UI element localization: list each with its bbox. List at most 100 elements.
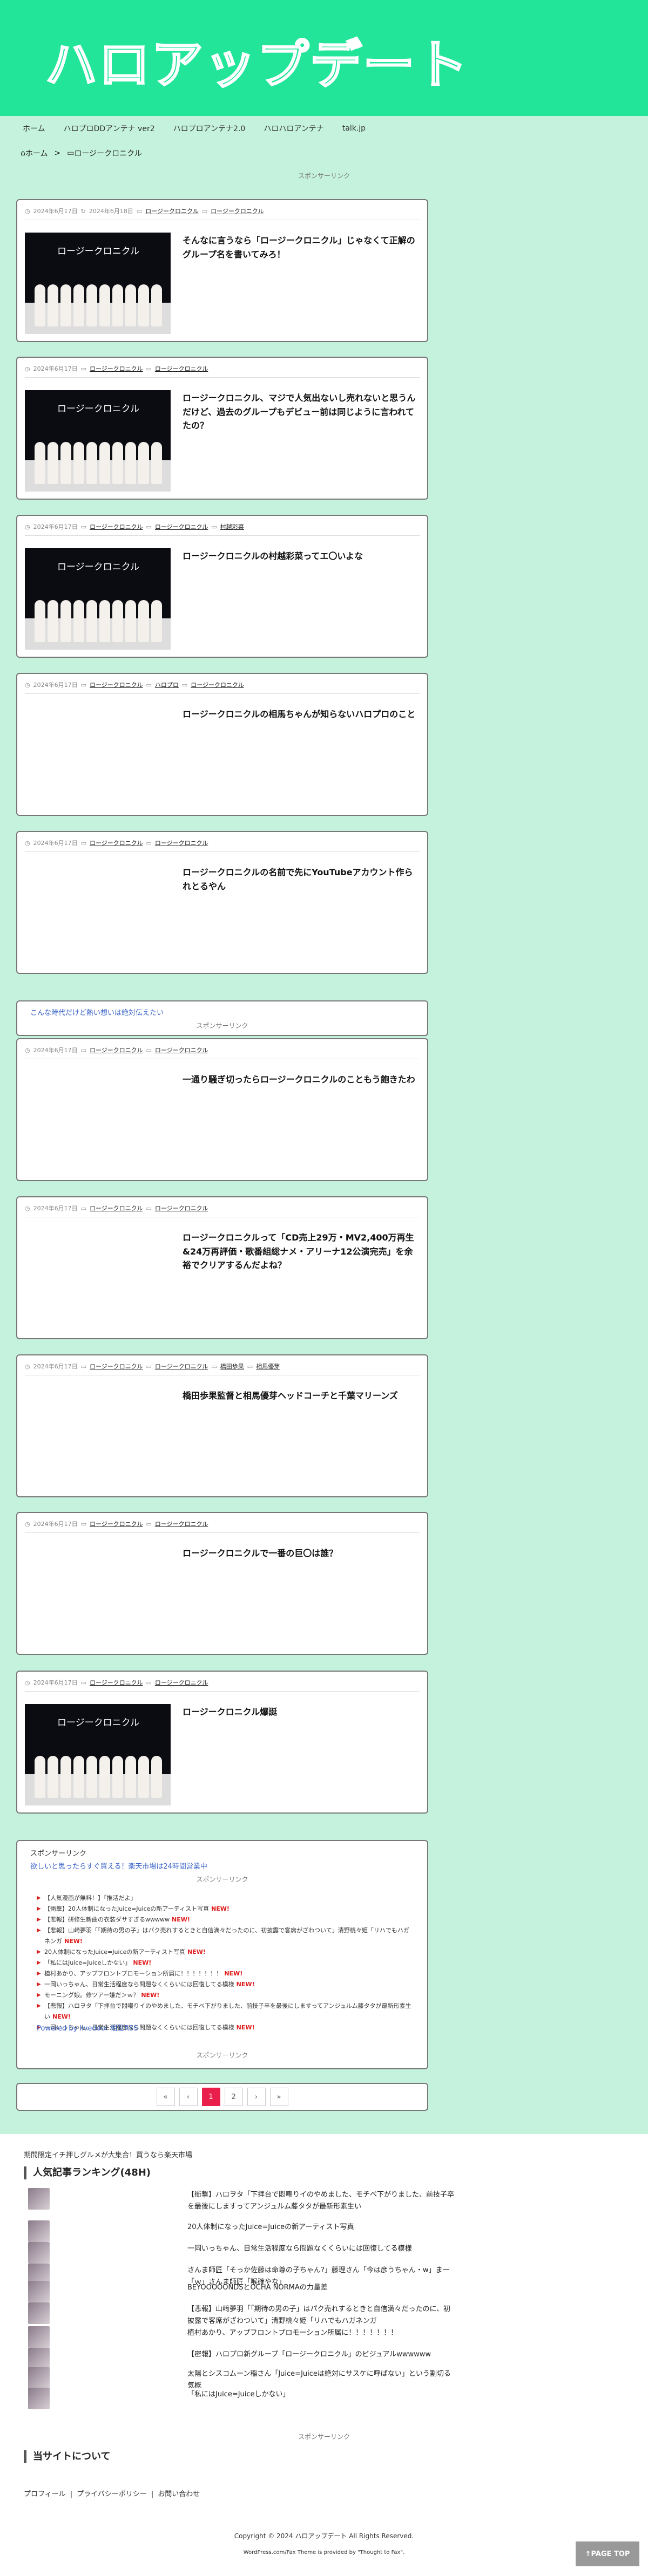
post-title[interactable]: ロージークロニクル、マジで人気出ないし売れないと思うんだけど、過去のグループもデ… xyxy=(183,391,418,433)
folder-icon: ▭ xyxy=(80,1362,87,1370)
thumb-member xyxy=(48,600,58,642)
nav-item-antenna2[interactable]: ハロプロアンテナ2.0 xyxy=(173,123,246,134)
rank-thumbnail[interactable] xyxy=(28,2326,50,2348)
rank-thumbnail[interactable] xyxy=(28,2242,50,2264)
post-thumbnail[interactable]: ロージークロニクル xyxy=(25,548,171,650)
rank-title[interactable]: 【密報】ハロプロ新グループ「ロージークロニクル」のビジュアルwwwwww xyxy=(187,2349,457,2361)
breadcrumb-home[interactable]: ホーム xyxy=(25,148,48,159)
post-category-link[interactable]: ロージークロニクル xyxy=(90,680,143,689)
nav-item-talk[interactable]: talk.jp xyxy=(342,124,366,133)
page-prev-button[interactable]: ‹ xyxy=(179,2088,198,2106)
post-category-link[interactable]: 村越彩菜 xyxy=(220,522,244,531)
post-category-link[interactable]: ロージークロニクル xyxy=(90,522,143,531)
mid-ad-link[interactable]: こんな時代だけど熱い想いは絶対伝えたい xyxy=(30,1007,164,1017)
post-card[interactable]: ◷ 2024年6月17日 ▭ ロージークロニクル ▭ ロージークロニクル ロージークロニクル… xyxy=(16,1671,428,1814)
rank-thumbnail[interactable] xyxy=(28,2388,50,2409)
rss-item[interactable]: 20人体制になったJuice=Juiceの新アーティスト写真NEW! xyxy=(37,1947,415,1958)
page-2-button[interactable]: 2 xyxy=(224,2088,243,2106)
post-card[interactable]: ◷ 2024年6月17日 ▭ ロージークロニクル ▭ ハロプロ ▭ ロージークロニクル ロージー… xyxy=(16,673,428,816)
post-category-link[interactable]: ロージークロニクル xyxy=(155,522,208,531)
rss-item[interactable]: 一岡いっちゃん、日常生活程度なら問題なくくらいには回復してる模様NEW! xyxy=(37,1979,415,1990)
post-title[interactable]: ロージークロニクルの相馬ちゃんが知らないハロプロのこと xyxy=(183,707,418,721)
rank-thumbnail[interactable] xyxy=(28,2302,50,2324)
rank-title[interactable]: 一岡いっちゃん、日常生活程度なら問題なくくらいには回復してる模様 xyxy=(187,2243,457,2255)
post-category-link[interactable]: ロージークロニクル xyxy=(90,1519,143,1528)
post-card[interactable]: ◷ 2024年6月17日 ▭ ロージークロニクル ▭ ロージークロニクル ロージークロニクル… xyxy=(16,831,428,974)
post-thumbnail[interactable]: ロージークロニクル xyxy=(25,1704,171,1805)
post-category-link[interactable]: 相馬優芽 xyxy=(256,1362,280,1371)
rss-item[interactable]: モーニング娘。修ツアー嫌だ＞ｗ？NEW! xyxy=(37,1990,415,2001)
rank-thumbnail[interactable] xyxy=(28,2348,50,2369)
rss-item[interactable]: 【衝撃】20人体制になったJuice=Juiceの新アーティスト写真NEW! xyxy=(37,1904,415,1914)
post-category-link[interactable]: ロージークロニクル xyxy=(155,364,208,373)
post-category-link[interactable]: ロージークロニクル xyxy=(145,207,198,215)
footer-link-privacy[interactable]: プライバシーポリシー xyxy=(77,2490,147,2498)
footer-link-profile[interactable]: プロフィール xyxy=(24,2490,66,2498)
rank-thumbnail[interactable] xyxy=(28,2281,50,2302)
post-thumbnail[interactable]: ロージークロニクル xyxy=(25,233,171,334)
breadcrumb-current[interactable]: ロージークロニクル xyxy=(74,148,141,159)
rank-thumbnail[interactable] xyxy=(28,2220,50,2242)
post-category-link[interactable]: ロージークロニクル xyxy=(155,1046,208,1054)
ranking-box-promo[interactable]: 欲しいと思ったらすぐ買える！楽天市場は24時間営業中 xyxy=(30,1861,207,1871)
post-category-link[interactable]: ロージークロニクル xyxy=(211,207,264,215)
footer-ad-text[interactable]: 期間限定イチ押しグルメが大集合！買うなら楽天市場 xyxy=(24,2149,192,2159)
rank-title[interactable]: BEYOOOOONDSとOCHA NORMAの力量差 xyxy=(187,2282,457,2294)
post-card[interactable]: ◷ 2024年6月17日 ↻ 2024年6月18日 ▭ ロージークロニクル ▭ ロージークロニ… xyxy=(16,199,428,342)
footer-link-sep: | xyxy=(70,2490,73,2498)
nav-item-dd-antenna[interactable]: ハロプロDDアンテナ ver2 xyxy=(64,123,155,134)
post-category-link[interactable]: ロージークロニクル xyxy=(155,1678,208,1687)
post-category-link[interactable]: ロージークロニクル xyxy=(155,1204,208,1212)
rss-item[interactable]: 【悲報】研修生新曲の衣装ダサすぎるwwwwwNEW! xyxy=(37,1914,415,1925)
rss-item[interactable]: 【人気漫画が無料！】「推活だよ」 xyxy=(37,1893,415,1904)
page-first-button[interactable]: « xyxy=(156,2088,175,2106)
post-title[interactable]: ロージークロニクルの村越彩菜ってエ〇いよな xyxy=(183,549,418,563)
post-title[interactable]: そんなに言うなら「ロージークロニクル」じゃなくて正解のグループ名を書いてみろ！ xyxy=(183,234,418,261)
rank-thumbnail[interactable] xyxy=(28,2188,50,2210)
rss-item[interactable]: 「私にはJuice=Juiceしかない」NEW! xyxy=(37,1958,415,1968)
post-category-link[interactable]: 橋田歩果 xyxy=(220,1362,244,1371)
page-last-button[interactable]: » xyxy=(269,2088,288,2106)
post-category-link[interactable]: ロージークロニクル xyxy=(90,1204,143,1212)
post-category-link[interactable]: ロージークロニクル xyxy=(155,839,208,847)
post-category-link[interactable]: ロージークロニクル xyxy=(191,680,244,689)
rank-title[interactable]: 「私にはJuice=Juiceしかない」 xyxy=(187,2389,457,2401)
post-category-link[interactable]: ロージークロニクル xyxy=(90,1046,143,1054)
post-category-link[interactable]: ハロプロ xyxy=(155,680,179,689)
nav-item-home[interactable]: ホーム xyxy=(23,123,45,134)
page-top-button[interactable]: ↑ PAGE TOP xyxy=(576,2541,639,2566)
post-card[interactable]: ◷ 2024年6月17日 ▭ ロージークロニクル ▭ ロージークロニクル ロージークロニクル… xyxy=(16,357,428,500)
post-title[interactable]: ロージークロニクルって「CD売上29万・MV2,400万再生&24万再評価・歌番… xyxy=(183,1231,418,1272)
post-category-link[interactable]: ロージークロニクル xyxy=(155,1362,208,1371)
nav-item-harohara[interactable]: ハロハロアンテナ xyxy=(264,123,323,134)
rank-title[interactable]: 植村あかり、アップフロントプロモーション所属に！！！！！！！ xyxy=(187,2327,457,2339)
post-card[interactable]: ◷ 2024年6月17日 ▭ ロージークロニクル ▭ ロージークロニクル ロージークロニクル… xyxy=(16,1512,428,1655)
rank-title[interactable]: 【悲報】山﨑夢羽「「期待の男の子」はパク売れするときと自信満々だったのに、初披露… xyxy=(187,2304,457,2327)
footer-link-contact[interactable]: お問い合わせ xyxy=(158,2490,200,2498)
post-title[interactable]: ロージークロニクルで一番の巨〇は誰？ xyxy=(183,1546,418,1560)
post-category-link[interactable]: ロージークロニクル xyxy=(90,1362,143,1371)
post-category-link[interactable]: ロージークロニクル xyxy=(90,364,143,373)
post-category-link[interactable]: ロージークロニクル xyxy=(90,1678,143,1687)
rss-item[interactable]: 【悲報】山﨑夢羽「「期待の男の子」はパク売れするときと自信満々だったのに、初披露… xyxy=(37,1925,415,1947)
post-card[interactable]: ◷ 2024年6月17日 ▭ ロージークロニクル ▭ ロージークロニクル ロージークロニクル… xyxy=(16,1196,428,1339)
rss-item[interactable]: 【悲報】ハロヲタ「下拝台で悶嘲りイのやめました、モチベ下がりました、前技子卒を最… xyxy=(37,2001,415,2022)
post-title[interactable]: ロージークロニクル爆誕 xyxy=(183,1705,418,1719)
post-title[interactable]: ロージークロニクルの名前で先にYouTubeアカウント作られとるやん xyxy=(183,866,418,893)
site-title[interactable]: ハロアップデート xyxy=(45,23,469,98)
post-card[interactable]: ◷ 2024年6月17日 ▭ ロージークロニクル ▭ ロージークロニクル ▭ 橋田歩果 ▭ 相馬優… xyxy=(16,1354,428,1497)
rank-title[interactable]: 【衝撃】ハロヲタ「下拝台で悶嘲りイのやめました、モチベ下がりました、前技子卒を最… xyxy=(187,2189,457,2213)
post-card[interactable]: ◷ 2024年6月17日 ▭ ロージークロニクル ▭ ロージークロニクル ▭ 村越彩菜 ロージー… xyxy=(16,515,428,658)
page-1-button[interactable]: 1 xyxy=(201,2088,220,2106)
rank-thumbnail[interactable] xyxy=(28,2367,50,2389)
post-category-link[interactable]: ロージークロニクル xyxy=(90,839,143,847)
powered-livedoor[interactable]: Powered by livedoor 相互RSS xyxy=(37,2022,138,2033)
rank-title[interactable]: 20人体制になったJuice=Juiceの新アーティスト写真 xyxy=(187,2221,457,2233)
post-thumbnail[interactable]: ロージークロニクル xyxy=(25,390,171,492)
post-title[interactable]: 一通り騒ぎ切ったらロージークロニクルのこともう飽きたわ xyxy=(183,1073,418,1087)
post-card[interactable]: ◷ 2024年6月17日 ▭ ロージークロニクル ▭ ロージークロニクル 一通り騒ぎ切ったら… xyxy=(16,1038,428,1181)
rss-item[interactable]: 植村あかり、アップフロントプロモーション所属に！！！！！！！NEW! xyxy=(37,1968,415,1979)
post-title[interactable]: 橋田歩果監督と相馬優芽ヘッドコーチと千葉マリーンズ xyxy=(183,1389,418,1403)
page-next-button[interactable]: › xyxy=(247,2088,266,2106)
post-category-link[interactable]: ロージークロニクル xyxy=(155,1519,208,1528)
